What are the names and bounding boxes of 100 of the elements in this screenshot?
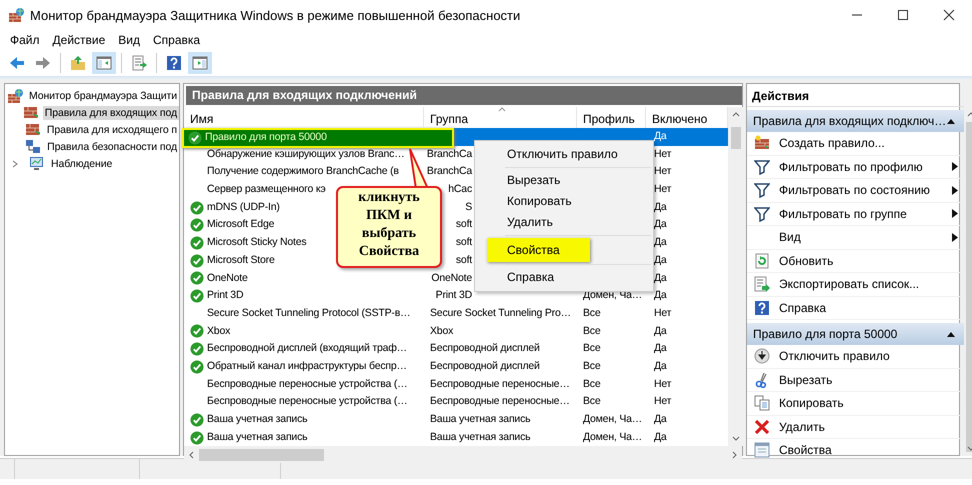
tree-item[interactable]: Правила для входящих под (42, 106, 179, 120)
action-item[interactable]: Фильтровать по группе (747, 202, 964, 226)
scrollbar-thumb[interactable] (731, 127, 741, 149)
rule-name: Беспроводной дисплей (входящий траф… (207, 341, 407, 356)
menu-item[interactable]: Свойства (487, 238, 590, 262)
table-cell-text: BranchCa (426, 146, 472, 162)
export-icon (754, 276, 770, 292)
table-cell-text: soft (454, 252, 472, 268)
action-item[interactable]: Фильтровать по профилю (747, 156, 964, 179)
table-cell-text: Беспроводные переносные… (429, 394, 570, 410)
menu-item[interactable]: Действие (46, 33, 112, 47)
action-label: Фильтровать по профилю (779, 160, 924, 174)
table-cell-text: Нет (653, 146, 672, 162)
table-cell-text: OneNote (430, 270, 472, 286)
rule-name: Print 3D (207, 288, 244, 304)
table-cell-text: Беспроводной дисплей (429, 358, 540, 374)
new-rule-icon (754, 135, 770, 152)
help-icon[interactable] (166, 55, 182, 71)
table-cell-text: Домен, Ча… (582, 430, 642, 445)
table-cell-text: Беспроводные переносные… (429, 376, 570, 392)
back-arrow-icon[interactable] (9, 55, 25, 71)
table-cell-text: BranchCa (426, 164, 472, 180)
pane-icon[interactable] (96, 55, 112, 71)
menu-item[interactable]: Вырезать (487, 170, 580, 191)
table-cell-text: Да (653, 288, 667, 304)
scroll-left-icon[interactable] (187, 448, 195, 461)
table-cell-text: Все (582, 376, 600, 392)
action-label: Свойства (779, 443, 833, 458)
rule-name: Ваша учетная запись (207, 430, 308, 445)
table-cell-text: Да (653, 430, 667, 445)
action-item[interactable]: Вид (747, 226, 964, 250)
pane-icon[interactable] (192, 55, 208, 71)
action-label: Вид (779, 230, 802, 244)
document-export-icon[interactable] (131, 55, 147, 71)
menu-item[interactable]: Справка (147, 33, 208, 47)
close-icon[interactable] (943, 9, 955, 21)
action-item[interactable]: Справка (747, 296, 964, 320)
folder-up-icon[interactable] (70, 55, 86, 71)
section-header[interactable]: Правила для входящих подключ… (747, 110, 964, 132)
table-cell-text: soft (454, 235, 472, 250)
scroll-right-icon[interactable] (731, 448, 739, 461)
table-cell-text: Нет (653, 164, 672, 180)
rule-name: Правило для порта 50000 (205, 130, 327, 145)
table-cell-text: Да (653, 252, 667, 268)
tree-item[interactable]: Наблюдение (49, 156, 114, 170)
table-cell-text: soft (454, 217, 472, 232)
table-cell-text: Нет (653, 376, 672, 392)
firewall-icon (6, 88, 23, 104)
sort-icon (498, 107, 506, 112)
tree-item[interactable]: Монитор брандмауэра Защити (26, 88, 179, 102)
menu-item[interactable]: Вид (112, 33, 147, 47)
table-cell-text: hCac (447, 182, 472, 198)
window-title: Монитор брандмауэра Защитника Windows в режиме повышенной безопасности (30, 8, 522, 22)
action-item[interactable]: Вырезать (747, 368, 964, 392)
table-cell-text: Все (582, 306, 600, 321)
action-item[interactable]: Обновить (747, 250, 964, 273)
rule-name: Microsoft Sticky Notes (207, 235, 306, 250)
action-label: Копировать (779, 396, 845, 410)
menu-item[interactable]: Файл (4, 33, 47, 47)
rule-name: Secure Socket Tunneling Protocol (SSTP-в… (207, 306, 410, 321)
table-cell-text: Xbox (429, 324, 454, 339)
table-cell-text: Да (653, 324, 667, 339)
collapse-icon[interactable] (946, 117, 956, 125)
section-header[interactable]: Правило для порта 50000 (747, 323, 964, 345)
menu-item[interactable]: Отключить правило (487, 144, 638, 165)
rule-name: Обратный канал инфраструктуры беспр… (207, 358, 407, 374)
action-label: Вырезать (779, 372, 834, 387)
action-pane-button[interactable] (188, 52, 212, 74)
horizontal-scrollbar[interactable] (184, 446, 742, 464)
maximize-icon[interactable] (897, 9, 909, 21)
scrollbar-thumb[interactable] (199, 448, 324, 461)
vertical-scrollbar[interactable] (728, 107, 744, 446)
menu-item[interactable]: Удалить (487, 212, 573, 233)
table-cell-text: Все (582, 394, 600, 410)
action-item[interactable]: Удалить (747, 416, 964, 439)
action-label: Экспортировать список... (779, 277, 920, 292)
app-icon (8, 7, 24, 23)
section-title: Правило для порта 50000 (753, 327, 898, 341)
table-cell-text: Все (582, 358, 600, 374)
collapse-icon[interactable] (946, 330, 956, 338)
panel-title: Правила для входящих подключений (186, 86, 742, 105)
filter-icon (754, 206, 770, 222)
action-item[interactable]: Экспортировать список... (747, 273, 964, 296)
table-cell-text: Нет (653, 394, 672, 410)
action-item[interactable]: Создать правило... (747, 132, 964, 156)
action-item[interactable]: Фильтровать по состоянию (747, 179, 964, 202)
action-item[interactable]: Отключить правило (747, 345, 964, 368)
action-item[interactable]: Копировать (747, 392, 964, 416)
table-cell-text: S (464, 200, 472, 215)
table-cell-text: Print 3D (434, 288, 472, 304)
tree-pane-button[interactable] (92, 52, 116, 74)
filter-icon (754, 158, 770, 175)
forward-arrow-icon[interactable] (35, 55, 51, 71)
menu-item[interactable]: Копировать (487, 191, 592, 212)
rule-name: Беспроводные переносные устройства (… (207, 376, 408, 392)
tree-item[interactable]: Правила для исходящего п (44, 122, 179, 136)
tree-item[interactable]: Правила безопасности под (45, 140, 179, 154)
menu-item[interactable]: Справка (487, 267, 574, 288)
table-cell-text: Нет (653, 182, 672, 198)
delete-icon (754, 418, 770, 435)
